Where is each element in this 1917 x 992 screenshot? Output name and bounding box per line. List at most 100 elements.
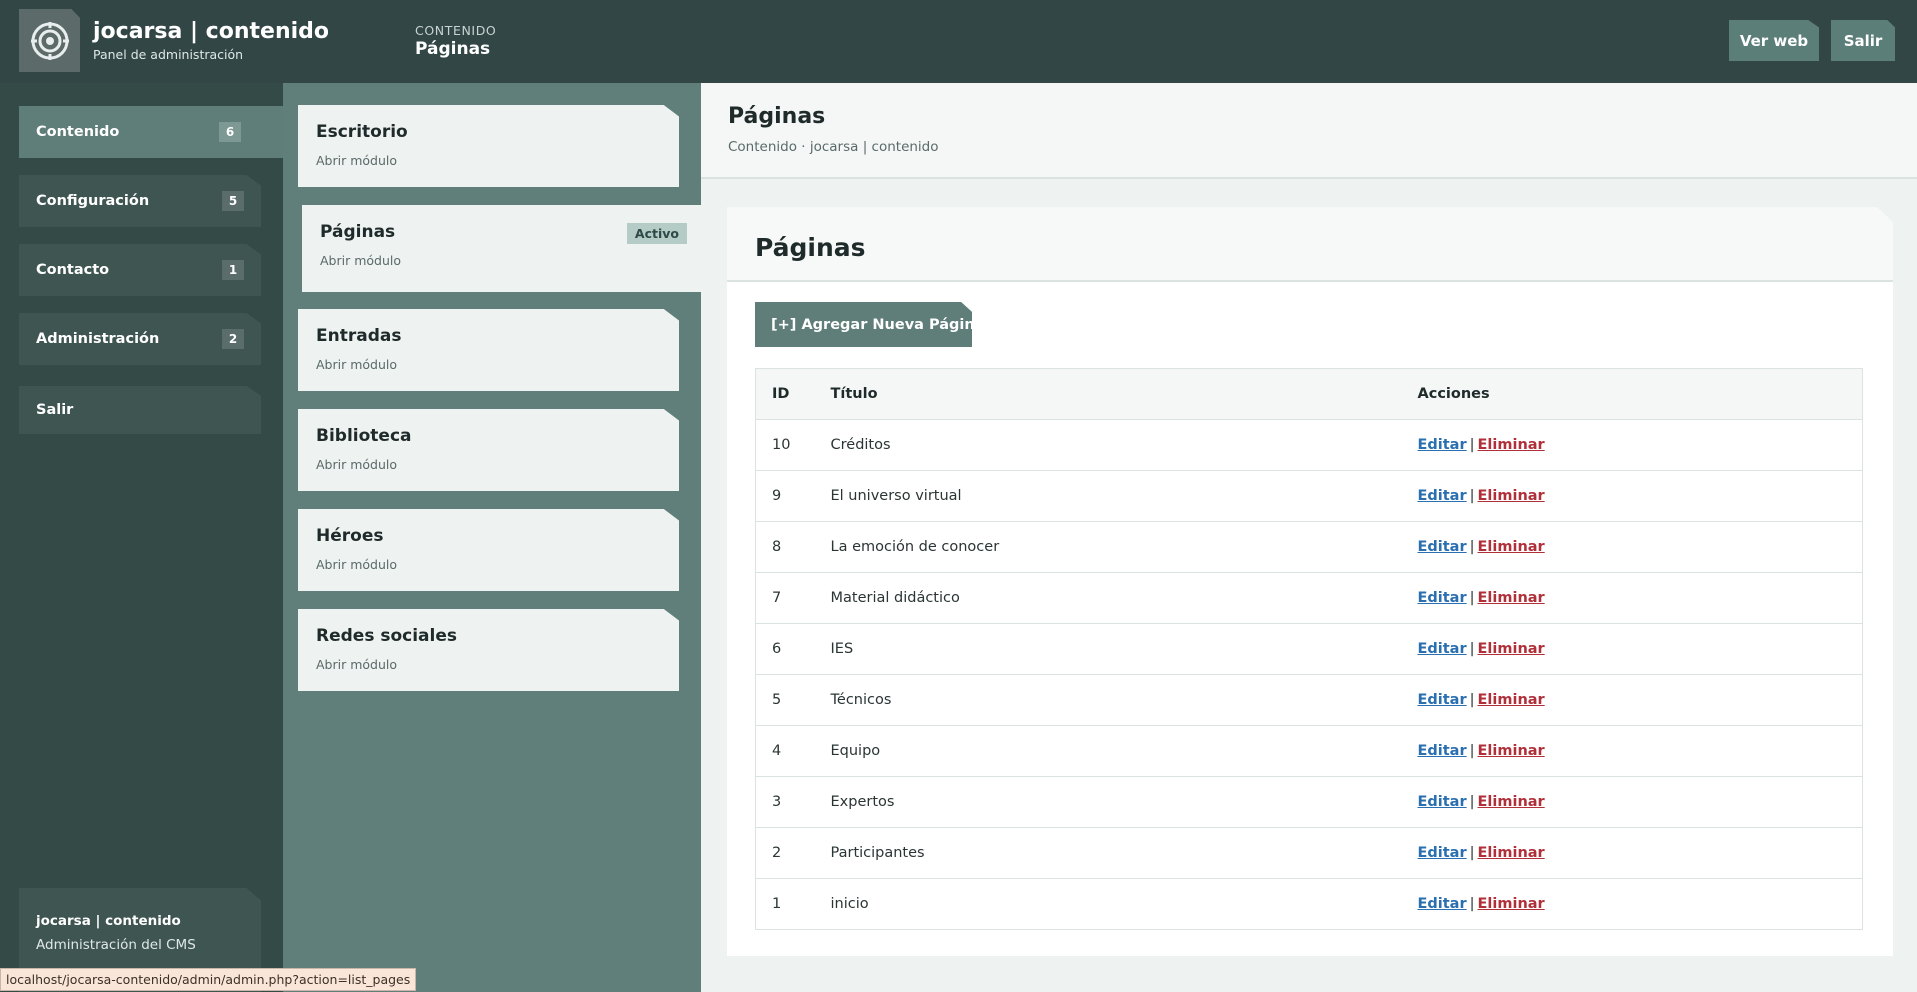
- row-id: 2: [755, 827, 831, 879]
- sidebar-item-salir[interactable]: Salir: [19, 386, 261, 434]
- module-subtitle: Abrir módulo: [316, 557, 398, 572]
- active-badge: Activo: [626, 223, 687, 244]
- pages-panel: Páginas [+] Agregar Nueva Página ID Títu…: [727, 207, 1893, 956]
- delete-link[interactable]: Eliminar: [1478, 437, 1545, 453]
- row-id: 8: [755, 521, 831, 573]
- row-title: Equipo: [830, 725, 1418, 777]
- row-title: Participantes: [830, 827, 1418, 879]
- row-id: 9: [755, 470, 831, 522]
- brand-title: jocarsa | contenido: [93, 19, 330, 44]
- column-header-actions: Acciones: [1417, 368, 1863, 420]
- row-actions: Editar | Eliminar: [1417, 623, 1863, 675]
- edit-link[interactable]: Editar: [1418, 743, 1467, 759]
- gear-logo-icon: [30, 21, 69, 60]
- pages-table: ID Título Acciones 10 Créditos Editar | Elim…: [755, 368, 1863, 930]
- panel-header: [727, 207, 1893, 282]
- row-id: 6: [755, 623, 831, 675]
- delete-link[interactable]: Eliminar: [1478, 896, 1545, 912]
- separator: |: [1469, 488, 1475, 504]
- row-actions: Editar | Eliminar: [1417, 572, 1863, 624]
- row-title: La emoción de conocer: [830, 521, 1418, 573]
- sidebar: Contenido 6 Configuración 5 Contacto 1 A…: [0, 83, 283, 992]
- separator: |: [1469, 794, 1475, 810]
- count-badge: 2: [222, 329, 244, 349]
- sidebar-item-configuracion[interactable]: Configuración 5: [19, 175, 261, 227]
- logo-icon[interactable]: [19, 9, 80, 72]
- separator: |: [1469, 896, 1475, 912]
- table-row: 6 IES Editar | Eliminar: [755, 623, 1863, 675]
- module-card-escritorio[interactable]: Escritorio Abrir módulo: [298, 105, 679, 187]
- edit-link[interactable]: Editar: [1418, 590, 1467, 606]
- edit-link[interactable]: Editar: [1418, 845, 1467, 861]
- row-title: Créditos: [830, 419, 1418, 471]
- page-header: Páginas Contenido · jocarsa | contenido: [701, 83, 1917, 179]
- module-card-heroes[interactable]: Héroes Abrir módulo: [298, 509, 679, 591]
- module-title: Entradas: [316, 326, 402, 346]
- module-subtitle: Abrir módulo: [316, 657, 398, 672]
- top-bar: jocarsa | contenido Panel de administrac…: [0, 0, 1917, 83]
- row-id: 5: [755, 674, 831, 726]
- sidebar-item-label: Administración: [36, 331, 160, 347]
- row-id: 4: [755, 725, 831, 777]
- module-subtitle: Abrir módulo: [316, 153, 398, 168]
- breadcrumb-page: Páginas: [415, 39, 491, 59]
- table-row: 9 El universo virtual Editar | Eliminar: [755, 470, 1863, 522]
- module-card-entradas[interactable]: Entradas Abrir módulo: [298, 309, 679, 391]
- table-header-row: ID Título Acciones: [755, 368, 1863, 420]
- edit-link[interactable]: Editar: [1418, 641, 1467, 657]
- row-actions: Editar | Eliminar: [1417, 776, 1863, 828]
- row-title: Técnicos: [830, 674, 1418, 726]
- row-actions: Editar | Eliminar: [1417, 827, 1863, 879]
- edit-link[interactable]: Editar: [1418, 692, 1467, 708]
- delete-link[interactable]: Eliminar: [1478, 641, 1545, 657]
- module-card-paginas[interactable]: Páginas Abrir módulo Activo: [302, 205, 701, 292]
- edit-link[interactable]: Editar: [1418, 896, 1467, 912]
- logout-button[interactable]: Salir: [1831, 20, 1895, 61]
- module-list: Escritorio Abrir módulo Páginas Abrir mó…: [283, 83, 701, 992]
- module-title: Biblioteca: [316, 426, 412, 446]
- delete-link[interactable]: Eliminar: [1478, 845, 1545, 861]
- separator: |: [1469, 743, 1475, 759]
- module-card-redes-sociales[interactable]: Redes sociales Abrir módulo: [298, 609, 679, 691]
- delete-link[interactable]: Eliminar: [1478, 794, 1545, 810]
- row-title: El universo virtual: [830, 470, 1418, 522]
- page-title: Páginas: [728, 104, 826, 129]
- module-subtitle: Abrir módulo: [316, 457, 398, 472]
- column-header-id[interactable]: ID: [755, 368, 831, 420]
- delete-link[interactable]: Eliminar: [1478, 692, 1545, 708]
- edit-link[interactable]: Editar: [1418, 794, 1467, 810]
- module-title: Escritorio: [316, 122, 408, 142]
- delete-link[interactable]: Eliminar: [1478, 743, 1545, 759]
- row-actions: Editar | Eliminar: [1417, 674, 1863, 726]
- row-id: 3: [755, 776, 831, 828]
- status-bar: localhost/jocarsa-contenido/admin/admin.…: [0, 968, 417, 991]
- row-id: 1: [772, 896, 782, 912]
- add-page-button[interactable]: [+] Agregar Nueva Página: [755, 302, 972, 347]
- row-actions: Editar | Eliminar: [1417, 725, 1863, 777]
- view-site-button[interactable]: Ver web: [1729, 20, 1819, 61]
- row-title: inicio: [830, 896, 869, 912]
- count-badge: 1: [222, 260, 244, 280]
- sidebar-item-administracion[interactable]: Administración 2: [19, 313, 261, 365]
- delete-link[interactable]: Eliminar: [1478, 590, 1545, 606]
- column-header-title[interactable]: Título: [830, 368, 1418, 420]
- table-row: 2 Participantes Editar | Eliminar: [755, 827, 1863, 879]
- row-title: IES: [830, 623, 1418, 675]
- edit-link[interactable]: Editar: [1418, 437, 1467, 453]
- footer-subtitle: Administración del CMS: [36, 937, 196, 953]
- sidebar-item-contenido[interactable]: Contenido 6: [19, 106, 283, 158]
- edit-link[interactable]: Editar: [1418, 488, 1467, 504]
- count-badge: 6: [219, 122, 241, 142]
- module-title: Héroes: [316, 526, 384, 546]
- module-card-biblioteca[interactable]: Biblioteca Abrir módulo: [298, 409, 679, 491]
- delete-link[interactable]: Eliminar: [1478, 488, 1545, 504]
- sidebar-item-contacto[interactable]: Contacto 1: [19, 244, 261, 296]
- delete-link[interactable]: Eliminar: [1478, 539, 1545, 555]
- separator: |: [1469, 539, 1475, 555]
- count-badge: 5: [222, 191, 244, 211]
- module-subtitle: Abrir módulo: [316, 357, 398, 372]
- table-row: 10 Créditos Editar | Eliminar: [755, 419, 1863, 471]
- edit-link[interactable]: Editar: [1418, 539, 1467, 555]
- table-row: 4 Equipo Editar | Eliminar: [755, 725, 1863, 777]
- row-actions: Editar | Eliminar: [1417, 521, 1863, 573]
